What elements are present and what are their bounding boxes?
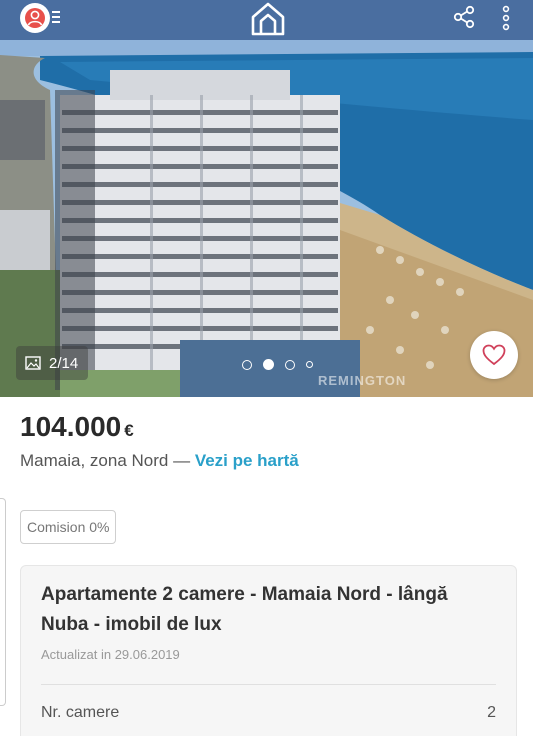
pagination-dot[interactable] [306,361,313,368]
listing-details-card: Apartamente 2 camere - Mamaia Nord - lân… [20,565,517,736]
image-icon [25,356,41,370]
location: Mamaia, zona Nord — Vezi pe hartă [20,451,299,471]
user-icon[interactable] [20,3,50,33]
gallery-pagination[interactable] [242,359,313,370]
price-value: 104.000 [20,411,122,442]
pagination-dot[interactable] [285,359,295,370]
more-vertical-icon[interactable] [498,4,514,32]
pagination-dot[interactable] [242,359,252,370]
photo-watermark: REMINGTON [318,373,407,388]
home-logo-icon[interactable] [249,1,287,37]
divider [41,684,496,685]
pagination-dot-active[interactable] [263,359,274,370]
view-on-map-link[interactable]: Vezi pe hartă [195,451,299,470]
side-panel-edge[interactable] [0,498,6,706]
favorite-button[interactable] [470,331,518,379]
price: 104.000 € [20,411,134,443]
share-icon[interactable] [452,5,476,29]
photo-counter[interactable]: 2/14 [16,346,88,380]
spec-label-rooms: Nr. camere [41,704,120,721]
listing-title: Apartamente 2 camere - Mamaia Nord - lân… [41,584,448,635]
updated-date: Actualizat in 29.06.2019 [41,647,180,662]
location-text: Mamaia, zona Nord — [20,451,191,470]
photo-counter-text: 2/14 [49,354,79,372]
price-currency: € [124,421,134,440]
commission-badge: Comision 0% [20,510,117,544]
building-photo [0,0,533,397]
heart-icon [482,344,506,366]
menu-icon[interactable] [52,11,62,25]
spec-value-rooms: 2 [487,704,496,721]
top-bar [0,0,533,40]
listing-photo[interactable]: 2/14 REMINGTON [0,0,533,397]
